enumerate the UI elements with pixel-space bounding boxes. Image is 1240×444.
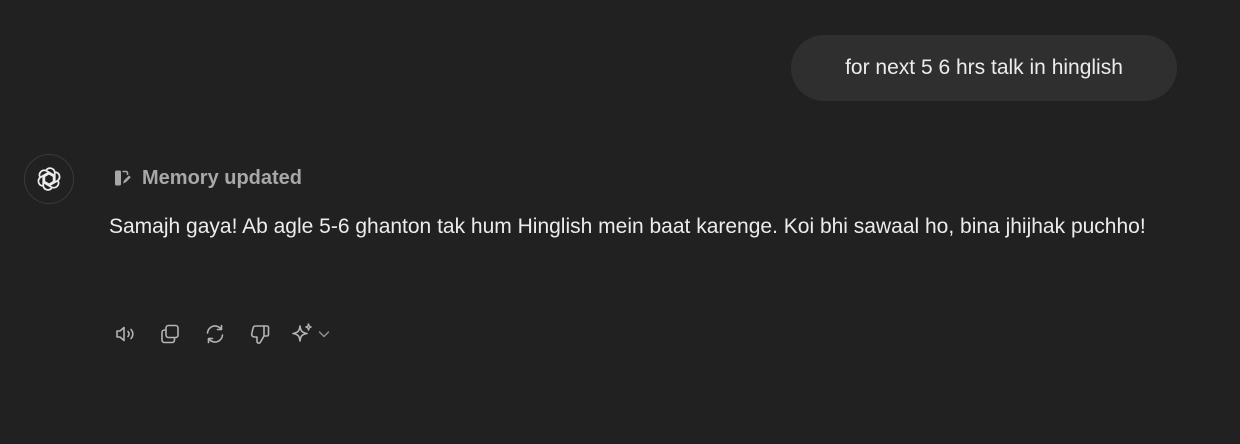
chevron-down-icon xyxy=(316,326,332,342)
speaker-icon xyxy=(116,326,134,342)
assistant-avatar xyxy=(24,154,74,204)
thumbs-down-icon xyxy=(250,325,270,344)
memory-updated-indicator[interactable]: Memory updated xyxy=(112,165,302,191)
message-actions-toolbar xyxy=(109,318,332,350)
assistant-message-text: Samajh gaya! Ab agle 5-6 ghanton tak hum… xyxy=(109,215,1146,238)
copy-button[interactable] xyxy=(154,318,186,350)
read-aloud-button[interactable] xyxy=(109,318,141,350)
user-message-bubble: for next 5 6 hrs talk in hinglish xyxy=(791,35,1177,101)
chat-page: for next 5 6 hrs talk in hinglish Memory… xyxy=(0,0,1240,444)
memory-edit-icon xyxy=(112,168,132,188)
bad-response-button[interactable] xyxy=(244,318,276,350)
regenerate-button[interactable] xyxy=(199,318,231,350)
copy-icon xyxy=(161,324,179,344)
memory-status-label: Memory updated xyxy=(142,166,303,189)
user-message-text: for next 5 6 hrs talk in hinglish xyxy=(845,56,1123,79)
switch-model-button[interactable] xyxy=(289,318,332,350)
openai-logo-icon xyxy=(37,167,61,191)
sparkle-icon xyxy=(289,321,315,347)
regenerate-icon xyxy=(206,324,224,344)
